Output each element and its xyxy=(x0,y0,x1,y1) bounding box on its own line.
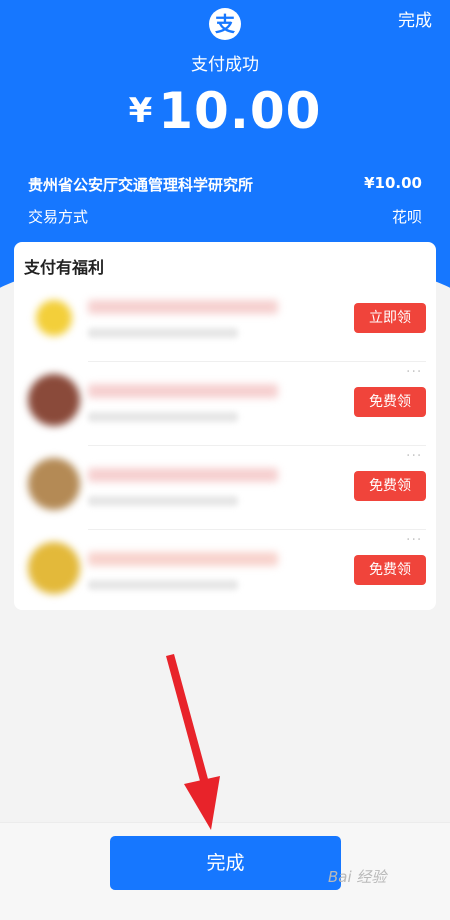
benefit-subtitle-blurred xyxy=(88,412,238,422)
free-claim-button[interactable]: 免费领 xyxy=(354,471,426,501)
benefit-thumbnail xyxy=(28,458,80,510)
merchant-name: 贵州省公安厅交通管理科学研究所 xyxy=(28,176,254,194)
baidu-watermark: Bai 经验 xyxy=(328,868,387,886)
benefit-thumbnail xyxy=(28,542,80,594)
benefit-title-blurred xyxy=(88,468,278,482)
benefit-item[interactable]: ··· 免费领 xyxy=(14,446,436,530)
free-claim-button[interactable]: 免费领 xyxy=(354,555,426,585)
benefit-subtitle-blurred xyxy=(88,580,238,590)
benefit-item[interactable]: ··· 免费领 xyxy=(14,362,436,446)
free-claim-button[interactable]: 免费领 xyxy=(354,387,426,417)
payment-method-label: 交易方式 xyxy=(28,208,89,226)
more-dots-icon[interactable]: ··· xyxy=(406,532,422,548)
more-dots-icon[interactable]: ··· xyxy=(406,364,422,380)
benefit-subtitle-blurred xyxy=(88,496,238,506)
payment-amount: ¥10.00 xyxy=(0,82,450,140)
benefit-item[interactable]: ··· 免费领 xyxy=(14,530,436,614)
benefits-title: 支付有福利 xyxy=(24,258,105,277)
arrow-shaft xyxy=(166,654,211,792)
done-button[interactable]: 完成 xyxy=(110,836,341,890)
benefit-thumbnail xyxy=(36,300,72,336)
benefit-title-blurred xyxy=(88,552,278,566)
payment-status: 支付成功 xyxy=(191,55,259,75)
more-dots-icon[interactable]: ··· xyxy=(406,448,422,464)
alipay-logo-icon: 支 xyxy=(209,8,241,40)
currency-symbol: ¥ xyxy=(128,91,153,131)
payment-success-page: 完成 支 支付成功 ¥10.00 贵州省公安厅交通管理科学研究所 ¥10.00 … xyxy=(0,0,450,920)
amount-value: 10.00 xyxy=(158,82,322,140)
benefits-card: 支付有福利 立即领 ··· 免费领 ··· 免费领 ··· 免费领 xyxy=(14,242,436,610)
benefit-subtitle-blurred xyxy=(88,328,238,338)
benefit-thumbnail xyxy=(28,374,80,426)
payment-method-value: 花呗 xyxy=(391,208,422,226)
benefit-title-blurred xyxy=(88,384,278,398)
payment-method-row: 交易方式 花呗 xyxy=(28,206,422,227)
benefit-title-blurred xyxy=(88,300,278,314)
merchant-amount: ¥10.00 xyxy=(364,174,422,192)
top-done-button[interactable]: 完成 xyxy=(398,6,432,31)
benefit-item[interactable]: 立即领 xyxy=(14,278,436,362)
merchant-row: 贵州省公安厅交通管理科学研究所 ¥10.00 xyxy=(28,174,422,195)
claim-button[interactable]: 立即领 xyxy=(354,303,426,333)
